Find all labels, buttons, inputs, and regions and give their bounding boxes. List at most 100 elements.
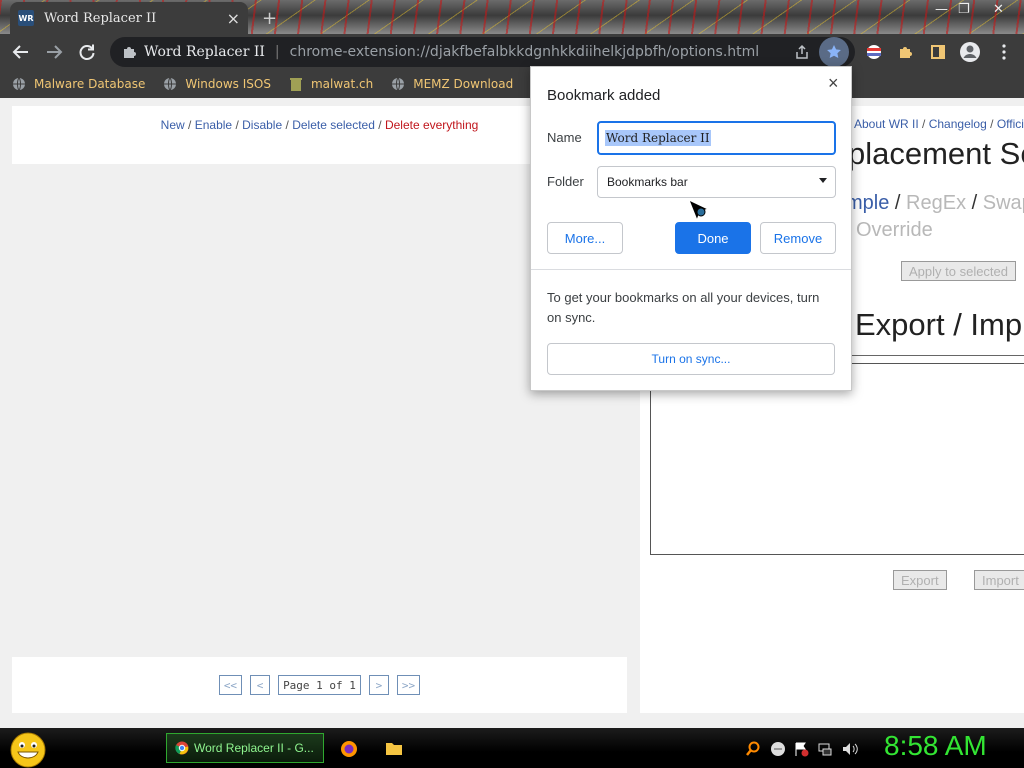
taskbar-clock[interactable]: 8:58 AM (884, 730, 987, 762)
close-icon[interactable]: × (828, 73, 839, 94)
puzzle-piece-icon (900, 47, 912, 58)
file-explorer-icon[interactable] (385, 740, 403, 756)
minimize-icon[interactable]: — (935, 2, 948, 17)
reload-button[interactable] (76, 41, 98, 63)
chrome-taskbar-button[interactable]: Word Replacer II - G... (166, 733, 324, 763)
bookmark-item[interactable]: Malware Database (12, 77, 145, 91)
folder-label: Folder (547, 174, 584, 189)
puzzle-icon (124, 47, 136, 58)
export-button[interactable]: Export (893, 570, 947, 590)
disable-link[interactable]: Disable (242, 118, 282, 132)
address-separator: | (274, 44, 280, 60)
address-bar[interactable]: Word Replacer II | chrome-extension://dj… (110, 37, 855, 67)
close-icon[interactable]: × (227, 9, 240, 28)
search-icon[interactable] (745, 741, 761, 757)
bookmark-star-button[interactable] (819, 37, 849, 67)
site-name: Word Replacer II (144, 44, 265, 60)
export-import-textarea[interactable] (650, 363, 1024, 555)
more-button[interactable]: More... (547, 222, 623, 254)
chrome-task-label: Word Replacer II - G... (194, 741, 314, 755)
apply-to-selected-button[interactable]: Apply to selected (901, 261, 1017, 281)
word-replacer-favicon: WR (18, 10, 34, 26)
action-center-flag-icon[interactable] (793, 741, 809, 757)
link-separator: / (235, 118, 239, 132)
done-button[interactable]: Done (675, 222, 751, 254)
avatar-icon (960, 42, 980, 62)
bookmark-label: Malware Database (34, 77, 146, 91)
new-link[interactable]: New (161, 118, 185, 132)
mode-separator: / (894, 192, 901, 214)
bookmark-label: MEMZ Download (413, 77, 514, 91)
bookmark-added-dialog: Bookmark added × Name Word Replacer II F… (530, 66, 852, 391)
delete-selected-link[interactable]: Delete selected (292, 118, 375, 132)
extension-options-page: New / Enable / Disable / Delete selected… (0, 98, 1024, 728)
changelog-link[interactable]: Changelog (929, 117, 987, 131)
side-panel-icon (931, 45, 945, 59)
first-page-button[interactable]: << (218, 675, 243, 695)
official-link[interactable]: Offici (997, 117, 1024, 131)
bookmark-name-input[interactable]: Word Replacer II (597, 121, 836, 155)
star-icon (827, 45, 841, 58)
start-smiley-icon[interactable] (8, 730, 48, 768)
mode-regex-tab[interactable]: RegEx (906, 192, 966, 214)
mode-swap-tab[interactable]: Swap (983, 192, 1024, 214)
enable-link[interactable]: Enable (195, 118, 232, 132)
page-indicator: Page 1 of 1 (278, 675, 361, 695)
extensions-button[interactable] (895, 41, 917, 63)
chevron-down-icon (819, 178, 827, 183)
arrow-left-icon (12, 45, 28, 59)
delete-everything-link[interactable]: Delete everything (385, 118, 478, 132)
globe-icon (13, 77, 25, 91)
bookmark-item[interactable]: malwat.ch (289, 76, 373, 92)
link-separator: / (378, 118, 382, 132)
arrow-right-icon (47, 45, 63, 59)
folder-select-value: Bookmarks bar (607, 175, 688, 189)
window-close-icon[interactable]: ✕ (993, 2, 1004, 17)
turn-on-sync-button[interactable]: Turn on sync... (547, 343, 835, 375)
prev-page-button[interactable]: < (250, 675, 271, 695)
globe-icon (392, 77, 405, 91)
next-page-button[interactable]: > (368, 675, 389, 695)
name-label: Name (547, 130, 582, 145)
last-page-button[interactable]: >> (396, 675, 421, 695)
browser-toolbar: Word Replacer II | chrome-extension://dj… (0, 34, 1024, 70)
taskbar: Word Replacer II - G... 8:58 AM (0, 728, 1024, 768)
bookmark-item[interactable]: Windows ISOS (163, 77, 271, 91)
bookmarks-bar: Malware Database Windows ISOS malwat.ch … (0, 70, 1024, 98)
tab-title: Word Replacer II (44, 10, 157, 26)
folder-select[interactable]: Bookmarks bar (597, 166, 836, 198)
kebab-menu-icon (1002, 44, 1006, 60)
maximize-icon[interactable]: ❐ (958, 2, 970, 17)
extension-flag-button[interactable] (863, 41, 885, 63)
export-import-heading: Export / Imp (855, 307, 1023, 342)
network-icon[interactable] (817, 741, 833, 757)
firefox-icon[interactable] (340, 740, 358, 758)
profile-button[interactable] (959, 41, 981, 63)
menu-button[interactable] (993, 41, 1015, 63)
link-separator: / (188, 118, 192, 132)
speaker-icon[interactable] (841, 741, 859, 757)
link-separator: / (285, 118, 289, 132)
mode-separator: / (971, 192, 978, 214)
bookmark-item[interactable]: MEMZ Download (391, 77, 513, 91)
side-panel-button[interactable] (927, 41, 949, 63)
about-link[interactable]: About WR II (854, 117, 919, 131)
back-button[interactable] (10, 41, 32, 63)
share-button[interactable] (791, 41, 813, 63)
url-text[interactable]: chrome-extension://djakfbefalbkkdgnhkkdi… (290, 44, 760, 60)
browser-tab-strip: WR Word Replacer II × + — ❐ ✕ (0, 0, 1024, 34)
new-tab-button[interactable]: + (262, 8, 277, 29)
dialog-divider (531, 269, 851, 270)
selected-name-text: Word Replacer II (605, 130, 711, 146)
replacement-settings-heading: placement Se (848, 136, 1024, 171)
pagination-panel: << < Page 1 of 1 > >> (12, 657, 627, 713)
forward-button[interactable] (43, 41, 65, 63)
mode-simple-tab[interactable]: mple (846, 192, 889, 214)
remove-button[interactable]: Remove (760, 222, 836, 254)
bookmark-label: malwat.ch (310, 77, 374, 91)
globe-icon (164, 77, 177, 91)
mode-override-tab[interactable]: Override (856, 219, 933, 242)
import-button[interactable]: Import (974, 570, 1024, 590)
browser-tab[interactable]: WR Word Replacer II × (10, 2, 248, 34)
chat-bubble-icon[interactable] (770, 741, 786, 757)
